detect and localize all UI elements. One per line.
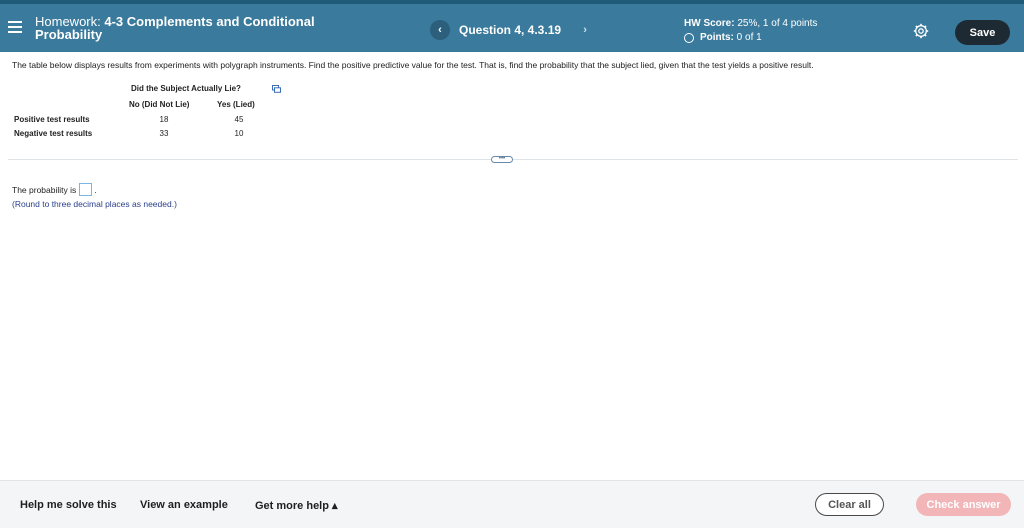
next-question-button[interactable]: › bbox=[575, 20, 595, 40]
homework-title: Homework: 4-3 Complements and Conditiona… bbox=[35, 15, 335, 41]
answer-prefix: The probability is bbox=[12, 184, 77, 195]
table-cell: 45 bbox=[234, 115, 244, 124]
points-circle-icon bbox=[684, 33, 694, 43]
points-label: Points: bbox=[700, 32, 734, 43]
hw-score: HW Score: 25%, 1 of 4 points Points: 0 o… bbox=[684, 17, 817, 45]
save-button[interactable]: Save bbox=[955, 20, 1010, 45]
score-label: HW Score: bbox=[684, 18, 735, 29]
top-bar: Homework: 4-3 Complements and Conditiona… bbox=[0, 0, 1024, 52]
answer-line: The probability is . bbox=[12, 183, 97, 196]
rounding-hint: (Round to three decimal places as needed… bbox=[12, 199, 177, 209]
table-cell: 18 bbox=[159, 115, 169, 124]
footer-bar: Help me solve this View an example Get m… bbox=[0, 480, 1024, 528]
check-answer-button[interactable]: Check answer bbox=[916, 493, 1011, 516]
score-value: 25%, 1 of 4 points bbox=[737, 18, 818, 29]
divider bbox=[8, 159, 1018, 160]
more-options-button[interactable]: ••• bbox=[491, 156, 513, 163]
column-header-yes: Yes (Lied) bbox=[217, 100, 255, 109]
question-text: The table below displays results from ex… bbox=[12, 60, 814, 70]
points-value: 0 of 1 bbox=[736, 32, 762, 43]
copy-table-icon[interactable] bbox=[272, 85, 281, 93]
row-label-negative: Negative test results bbox=[14, 129, 93, 138]
table-cell: 10 bbox=[234, 129, 244, 138]
table-header: Did the Subject Actually Lie? bbox=[131, 84, 241, 93]
gear-icon[interactable] bbox=[913, 23, 929, 39]
question-nav: ‹ Question 4, 4.3.19 › bbox=[430, 18, 595, 42]
get-more-help-link[interactable]: Get more help ▴ bbox=[255, 499, 338, 512]
prev-question-button[interactable]: ‹ bbox=[430, 20, 450, 40]
answer-suffix: . bbox=[94, 184, 97, 195]
answer-input[interactable] bbox=[79, 183, 93, 196]
help-me-solve-link[interactable]: Help me solve this bbox=[20, 499, 117, 511]
question-label[interactable]: Question 4, 4.3.19 bbox=[459, 23, 561, 37]
view-example-link[interactable]: View an example bbox=[140, 499, 228, 511]
table-cell: 33 bbox=[159, 129, 169, 138]
clear-all-button[interactable]: Clear all bbox=[815, 493, 884, 516]
menu-icon[interactable] bbox=[8, 21, 22, 33]
row-label-positive: Positive test results bbox=[14, 115, 90, 124]
column-header-no: No (Did Not Lie) bbox=[129, 100, 190, 109]
